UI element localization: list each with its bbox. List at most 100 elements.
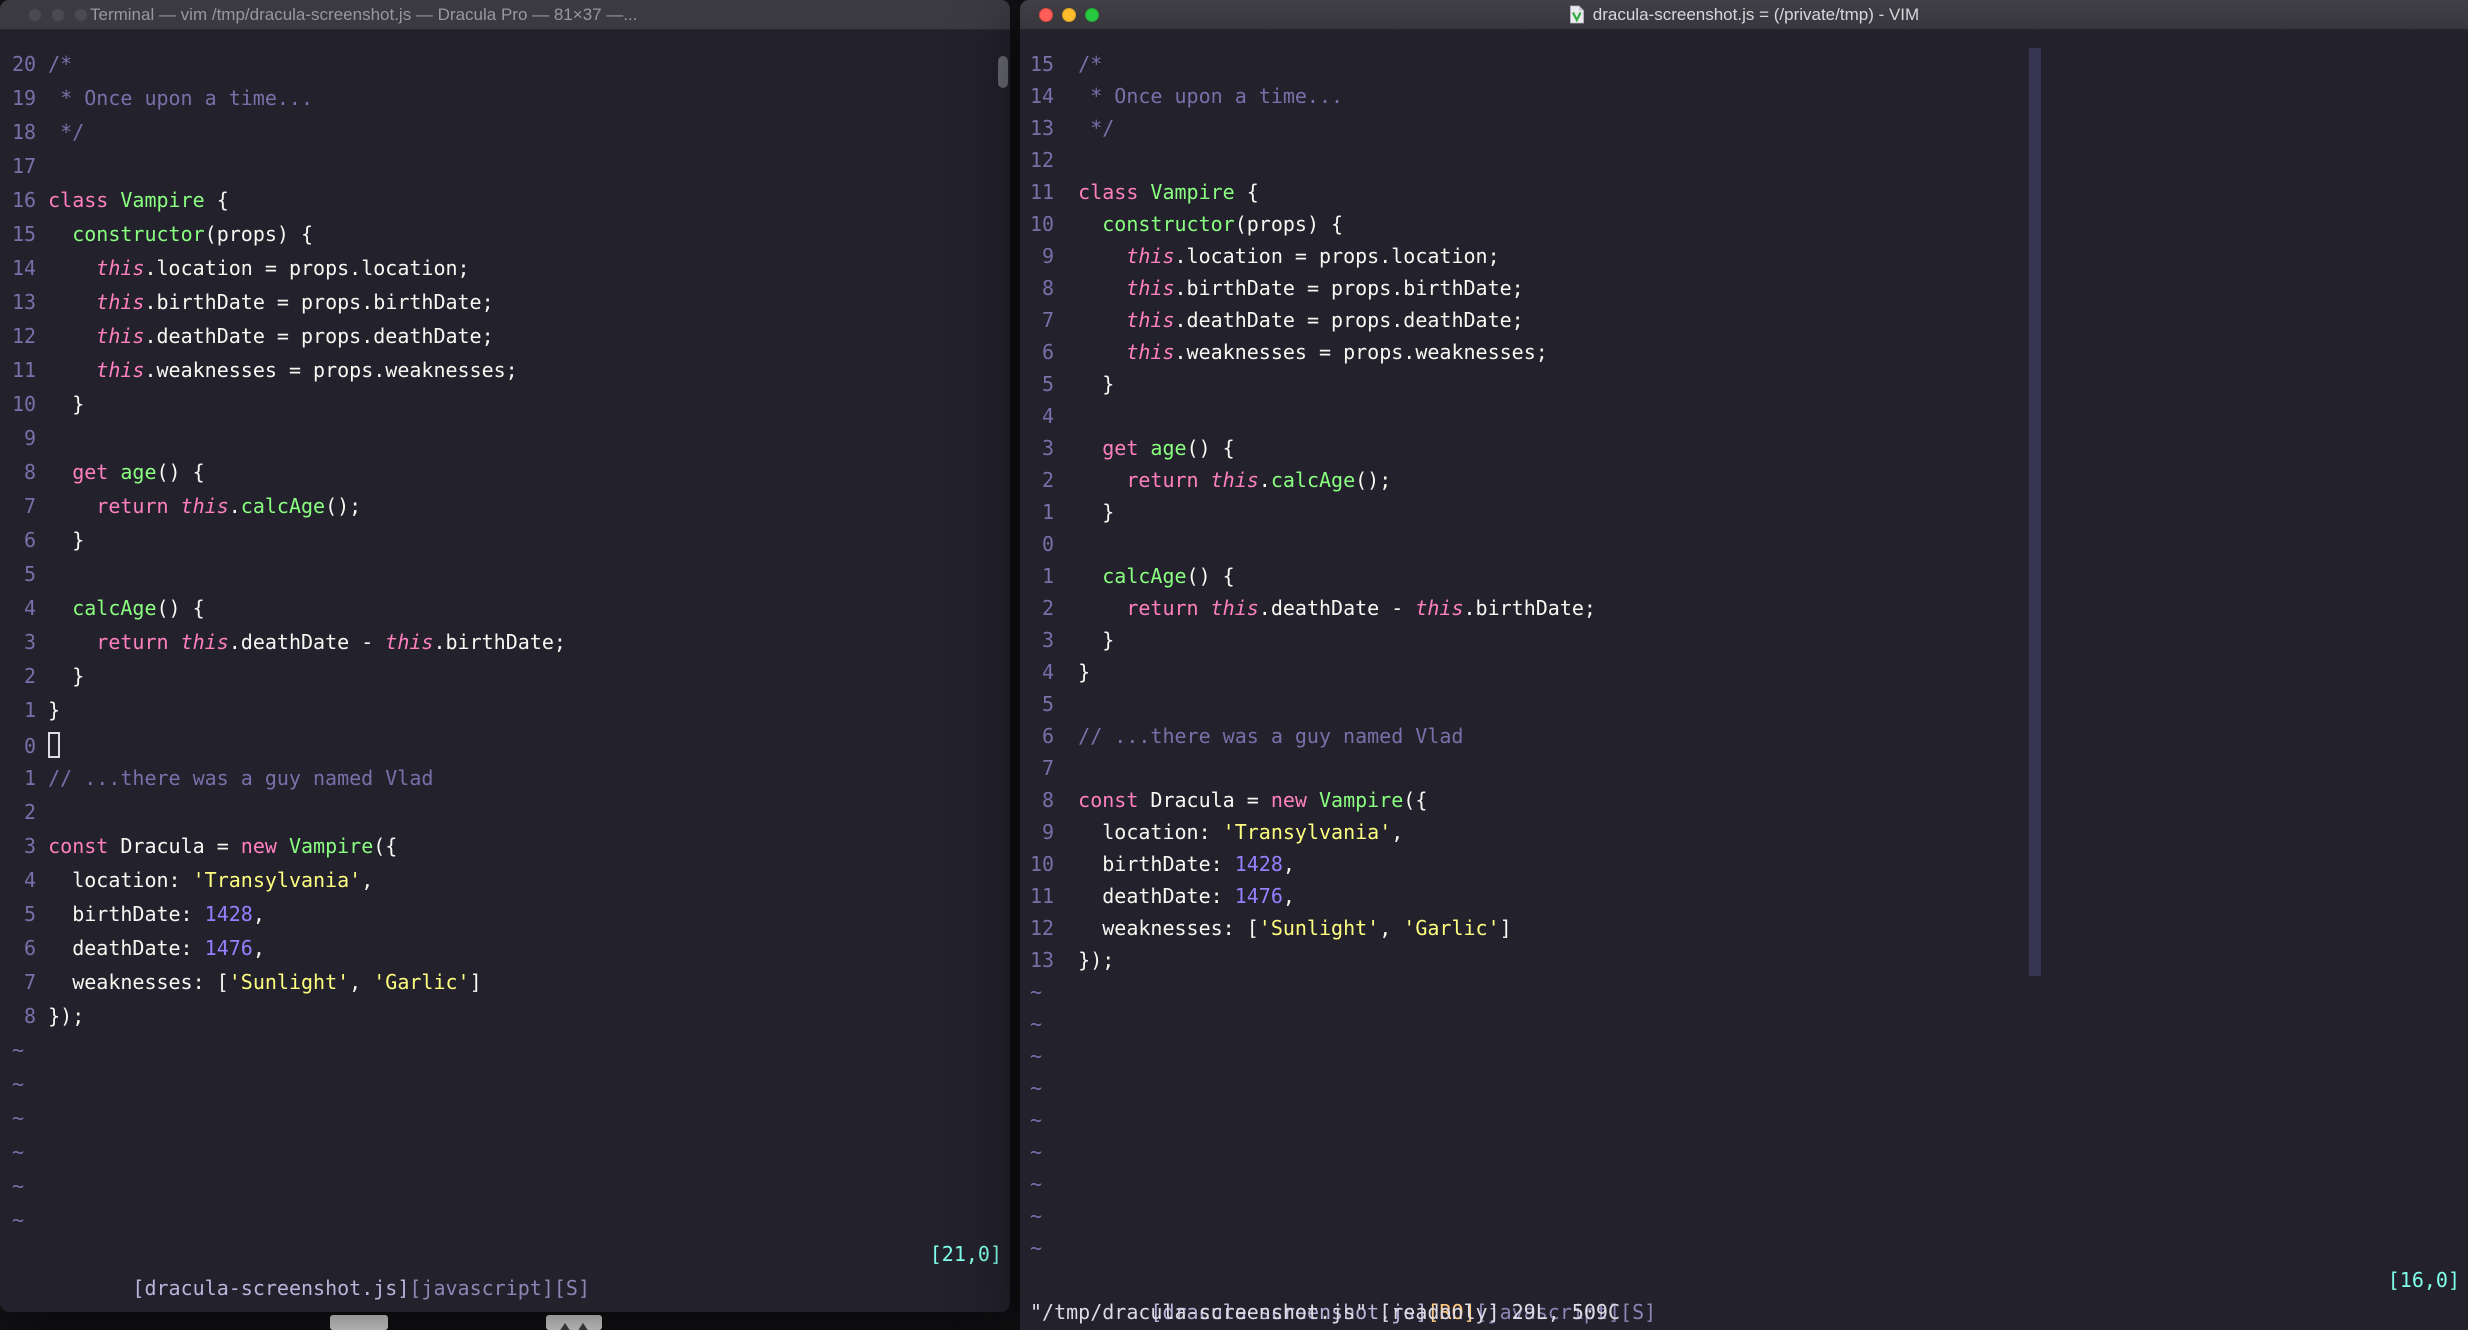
code-line[interactable]: 1 // ...there was a guy named Vlad xyxy=(0,761,1010,795)
code-line[interactable]: 13 this.birthDate = props.birthDate; xyxy=(0,285,1010,319)
code-text: this.deathDate = props.deathDate; xyxy=(1078,308,1524,332)
code-line[interactable]: 3 return this.deathDate - this.birthDate… xyxy=(0,625,1010,659)
vim-editor-area[interactable]: 15/* 14 * Once upon a time... 13 */12 11 cla… xyxy=(1020,30,2468,1330)
macvim-titlebar[interactable]: dracula-screenshot.js = (/private/tmp) -… xyxy=(1020,0,2468,30)
code-token: }); xyxy=(48,1004,85,1028)
code-line[interactable]: 10 constructor(props) { xyxy=(1020,208,2468,240)
code-line[interactable]: 6 } xyxy=(0,523,1010,557)
code-token: .deathDate = props.deathDate; xyxy=(1174,308,1524,332)
code-line[interactable]: 14 this.location = props.location; xyxy=(0,251,1010,285)
document-icon[interactable] xyxy=(1569,5,1585,24)
code-line[interactable]: 10 birthDate: 1428, xyxy=(1020,848,2468,880)
background-window-fragment xyxy=(330,1315,388,1330)
code-line[interactable]: 6 this.weaknesses = props.weaknesses; xyxy=(1020,336,2468,368)
code-line[interactable]: 8 get age() { xyxy=(0,455,1010,489)
code-line[interactable]: 1} xyxy=(0,693,1010,727)
code-text: class Vampire { xyxy=(48,188,229,212)
code-line[interactable]: 1 calcAge() { xyxy=(1020,560,2468,592)
code-line[interactable]: 8 this.birthDate = props.birthDate; xyxy=(1020,272,2468,304)
code-line[interactable]: 17 xyxy=(0,149,1010,183)
zoom-button[interactable] xyxy=(74,8,88,22)
code-line[interactable]: 6 deathDate: 1476, xyxy=(0,931,1010,965)
minimize-button[interactable] xyxy=(1062,8,1076,22)
code-token: Vampire xyxy=(120,188,205,212)
code-line[interactable]: 5 xyxy=(1020,688,2468,720)
window-title: Terminal — vim /tmp/dracula-screenshot.j… xyxy=(90,5,638,24)
code-line[interactable]: 11 this.weaknesses = props.weaknesses; xyxy=(0,353,1010,387)
code-line[interactable]: 9 this.location = props.location; xyxy=(1020,240,2468,272)
code-line[interactable]: 4 calcAge() { xyxy=(0,591,1010,625)
code-line[interactable]: 8 const Dracula = new Vampire({ xyxy=(1020,784,2468,816)
code-token: 'Transylvania' xyxy=(1222,820,1392,844)
terminal-window: Terminal — vim /tmp/dracula-screenshot.j… xyxy=(0,0,1010,1312)
code-line[interactable]: 4 xyxy=(1020,400,2468,432)
code-line[interactable]: 20 /* xyxy=(0,47,1010,81)
code-line[interactable]: 5 } xyxy=(1020,368,2468,400)
code-line[interactable]: 7 xyxy=(1020,752,2468,784)
code-line[interactable]: 2 return this.calcAge(); xyxy=(1020,464,2468,496)
close-button[interactable] xyxy=(28,8,42,22)
scrollbar-thumb[interactable] xyxy=(998,56,1008,88)
code-line[interactable]: 7 this.deathDate = props.deathDate; xyxy=(1020,304,2468,336)
code-line[interactable]: 4} xyxy=(1020,656,2468,688)
statusline-filename: [dracula-screenshot.js] xyxy=(132,1276,410,1300)
code-line[interactable]: 15 /* xyxy=(1020,48,2468,80)
line-number: 14 xyxy=(1030,84,1055,108)
code-token: new xyxy=(240,834,289,858)
code-line[interactable]: 16 class Vampire { xyxy=(0,183,1010,217)
code-line[interactable]: 18 */ xyxy=(0,115,1010,149)
code-line[interactable]: 3 const Dracula = new Vampire({ xyxy=(0,829,1010,863)
code-line[interactable]: 5 xyxy=(0,557,1010,591)
code-line[interactable]: 3 get age() { xyxy=(1020,432,2468,464)
code-line[interactable]: 9 location: 'Transylvania', xyxy=(1020,816,2468,848)
code-token: }); xyxy=(1078,948,1115,972)
close-button[interactable] xyxy=(1039,8,1053,22)
code-token: this xyxy=(96,324,145,348)
code-line[interactable]: 13 */ xyxy=(1020,112,2468,144)
code-line[interactable]: 7 return this.calcAge(); xyxy=(0,489,1010,523)
code-line[interactable]: 19 * Once upon a time... xyxy=(0,81,1010,115)
code-line[interactable]: 6 // ...there was a guy named Vlad xyxy=(1020,720,2468,752)
code-line[interactable]: 2 return this.deathDate - this.birthDate… xyxy=(1020,592,2468,624)
code-line[interactable]: 7 weaknesses: ['Sunlight', 'Garlic'] xyxy=(0,965,1010,999)
code-line[interactable]: 2 } xyxy=(0,659,1010,693)
line-number: 12 xyxy=(12,324,37,348)
code-line[interactable]: 9 xyxy=(0,421,1010,455)
zoom-button[interactable] xyxy=(1085,8,1099,22)
code-line[interactable]: 4 location: 'Transylvania', xyxy=(0,863,1010,897)
code-line[interactable]: 12 weaknesses: ['Sunlight', 'Garlic'] xyxy=(1020,912,2468,944)
line-number: 11 xyxy=(1030,180,1055,204)
code-text: birthDate: 1428, xyxy=(1078,852,1295,876)
code-line[interactable]: 11 deathDate: 1476, xyxy=(1020,880,2468,912)
code-line[interactable]: 11 class Vampire { xyxy=(1020,176,2468,208)
code-line[interactable]: 12 this.deathDate = props.deathDate; xyxy=(0,319,1010,353)
code-line[interactable]: 12 xyxy=(1020,144,2468,176)
line-number: 15 xyxy=(12,222,37,246)
tilde-row: ~ xyxy=(1030,1236,1043,1260)
code-line[interactable]: 0 xyxy=(0,727,1010,761)
code-text: location: 'Transylvania', xyxy=(48,868,373,892)
code-token: location: xyxy=(1078,820,1223,844)
code-line[interactable]: 14 * Once upon a time... xyxy=(1020,80,2468,112)
code-token: age xyxy=(1150,436,1187,460)
code-token: this xyxy=(1126,276,1175,300)
minimize-button[interactable] xyxy=(51,8,65,22)
code-token: () { xyxy=(1186,564,1235,588)
code-line[interactable]: 10 } xyxy=(0,387,1010,421)
code-line[interactable]: 5 birthDate: 1428, xyxy=(0,897,1010,931)
code-line[interactable]: 2 xyxy=(0,795,1010,829)
code-line[interactable]: 1 } xyxy=(1020,496,2468,528)
code-token: .weaknesses = props.weaknesses; xyxy=(1174,340,1548,364)
code-text: calcAge() { xyxy=(48,596,204,620)
vim-editor-area[interactable]: 20/* 19 * Once upon a time... 18 */17 16 cla… xyxy=(0,30,1010,1312)
code-line[interactable]: 3 } xyxy=(1020,624,2468,656)
code-line[interactable]: 0 xyxy=(1020,528,2468,560)
code-token: calcAge xyxy=(1270,468,1356,492)
code-line[interactable]: 15 constructor(props) { xyxy=(0,217,1010,251)
terminal-titlebar[interactable]: Terminal — vim /tmp/dracula-screenshot.j… xyxy=(0,0,1010,30)
code-line[interactable]: 8}); xyxy=(0,999,1010,1033)
code-line[interactable]: 13}); xyxy=(1020,944,2468,976)
code-token: , xyxy=(1282,852,1295,876)
